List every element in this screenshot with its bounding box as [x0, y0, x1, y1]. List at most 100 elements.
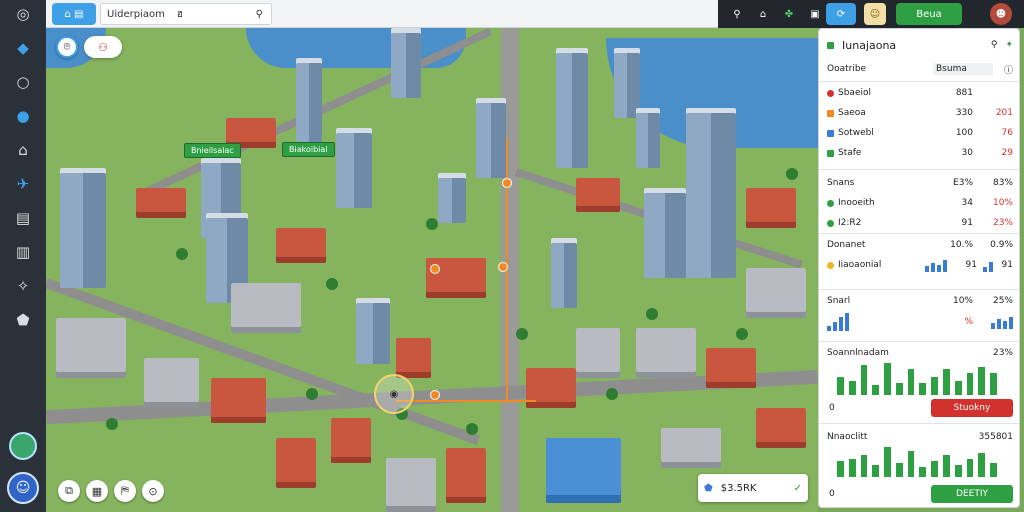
info-icon[interactable]: ⓘ [993, 63, 1013, 76]
route-marker[interactable] [498, 262, 508, 272]
building[interactable] [576, 178, 620, 212]
building[interactable] [144, 358, 199, 408]
map-label[interactable]: Bnieilsalac [184, 143, 241, 158]
skyscraper[interactable] [356, 298, 390, 364]
skyscraper[interactable] [551, 238, 577, 308]
row-color-swatch [827, 149, 834, 157]
search-icon[interactable]: ○ [13, 72, 33, 92]
row-value: 30 [961, 148, 973, 158]
building[interactable] [231, 283, 301, 333]
building[interactable] [706, 348, 756, 388]
building[interactable] [746, 188, 796, 228]
table-row[interactable]: Saeoa 330 201 [827, 103, 1013, 123]
layers-icon[interactable]: ⧉ [58, 480, 80, 502]
compass-button[interactable]: ⌾ [56, 36, 78, 58]
route-marker[interactable] [430, 390, 440, 400]
building[interactable] [276, 228, 326, 263]
city-map[interactable]: ◉ Bnieilsalac Biakoibial [46, 28, 818, 512]
building[interactable] [331, 418, 371, 463]
snarl-v2: 25% [992, 296, 1013, 306]
income-label: Donanet [827, 240, 866, 250]
refresh-button[interactable]: ⟳ [826, 3, 856, 25]
shield-icon[interactable]: ⬟ [13, 310, 33, 330]
table-row[interactable]: I2:R2 91 23% [827, 213, 1013, 233]
cashflow-button[interactable]: DEETIY [931, 485, 1013, 503]
skyscraper[interactable] [438, 173, 466, 223]
building[interactable] [386, 458, 436, 512]
skyscraper[interactable] [336, 128, 372, 208]
sync-icon[interactable]: ● [13, 106, 33, 126]
coin-icon[interactable]: ☺ [864, 3, 886, 25]
top-bar: ⌂ ▤ Uiderpiaom ฮ ⚲ ⚲ ⌂ ✤ ▣ ⟳ ☺ Beua ☻ [46, 0, 1024, 28]
chart-bar [907, 369, 915, 395]
income-row-v1: 91 [965, 260, 977, 270]
table-row[interactable]: Inooeith 34 10% [827, 193, 1013, 213]
chart-bar [848, 381, 856, 395]
building[interactable] [546, 438, 621, 503]
route-marker[interactable] [430, 264, 440, 274]
search-icon[interactable]: ⚲ [726, 3, 748, 25]
skyscraper[interactable] [556, 48, 588, 168]
chart-bar [990, 373, 997, 395]
building[interactable] [446, 448, 486, 503]
document-icon[interactable]: ▤ [13, 208, 33, 228]
puzzle-icon[interactable]: ✤ [778, 3, 800, 25]
col-header-attribute: Ooatribe [827, 64, 867, 74]
transit-icon[interactable]: ⛿ [114, 480, 136, 502]
row-value: 100 [955, 128, 973, 138]
book-icon[interactable]: ▥ [13, 242, 33, 262]
price-chip[interactable]: ⬟ $3.5RK ✓ [698, 474, 808, 502]
building[interactable] [661, 428, 721, 468]
building[interactable] [396, 338, 431, 378]
settings-icon[interactable]: ✦ [1005, 40, 1013, 50]
home-icon[interactable]: ⌂ [752, 3, 774, 25]
building[interactable] [526, 368, 576, 408]
table-row[interactable]: Sbaeiol 881 [827, 83, 1013, 103]
skyscraper[interactable] [60, 168, 106, 288]
selection-target[interactable]: ◉ [374, 374, 414, 414]
map-shield-icon[interactable]: ◆ [13, 38, 33, 58]
settings-icon[interactable]: ✧ [13, 276, 33, 296]
table-row[interactable]: Stafe 30 29 [827, 143, 1013, 163]
building[interactable] [136, 188, 186, 218]
building[interactable] [211, 378, 266, 423]
building[interactable] [576, 328, 620, 378]
skyscraper[interactable] [686, 108, 736, 278]
skyscraper[interactable] [636, 108, 660, 168]
col-header-value[interactable]: Bsuma [933, 63, 993, 75]
bus-icon[interactable]: ▦ [86, 480, 108, 502]
chart-bar [860, 455, 868, 477]
mode-button[interactable]: ⌂ ▤ [52, 3, 96, 25]
image-icon[interactable]: ▣ [804, 3, 826, 25]
skyscraper[interactable] [296, 58, 322, 148]
github-icon[interactable]: ◎ [13, 4, 33, 24]
user-button[interactable]: Beua [896, 3, 962, 25]
map-label[interactable]: Biakoibial [282, 142, 335, 157]
row-color-swatch [827, 219, 834, 227]
row-color-swatch [827, 89, 834, 97]
building[interactable] [636, 328, 696, 378]
building[interactable] [56, 318, 126, 378]
avatar[interactable]: ☺ [7, 472, 39, 504]
building[interactable] [746, 268, 806, 318]
building[interactable] [276, 438, 316, 488]
globe-icon[interactable] [9, 432, 37, 460]
table-row[interactable]: Sotwebl 100 76 [827, 123, 1013, 143]
chart-bar [837, 377, 844, 395]
skyscraper[interactable] [476, 98, 506, 178]
home-icon[interactable]: ⌂ [13, 140, 33, 160]
route-marker[interactable] [502, 178, 512, 188]
zoom-control[interactable]: ⚇ [84, 36, 122, 58]
skyscraper[interactable] [644, 188, 686, 278]
chart-bar [978, 367, 986, 395]
snarl-sparkline [827, 313, 849, 331]
search-icon[interactable]: ⚲ [991, 40, 998, 50]
chart-bar [943, 369, 950, 395]
skyscraper[interactable] [391, 28, 421, 98]
activity-button[interactable]: Stuokny [931, 399, 1013, 417]
twitter-icon[interactable]: ✈ [13, 174, 33, 194]
building[interactable] [756, 408, 806, 448]
location-icon[interactable]: ⊙ [142, 480, 164, 502]
search-input[interactable]: Uiderpiaom ฮ ⚲ [100, 3, 272, 25]
profile-avatar[interactable]: ☻ [990, 3, 1012, 25]
